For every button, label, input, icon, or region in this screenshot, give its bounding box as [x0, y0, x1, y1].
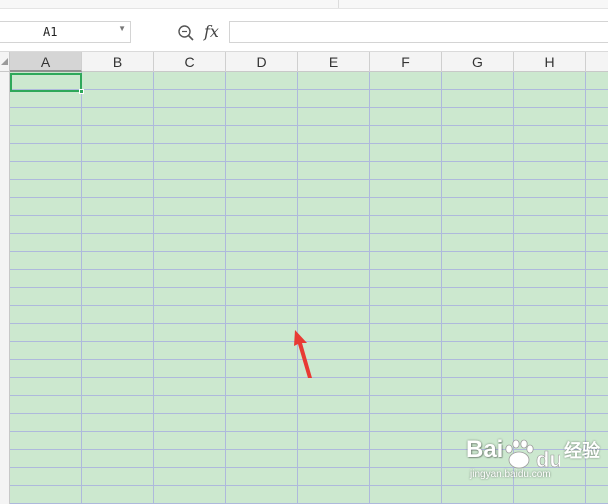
baidu-jingyan-watermark: Bai du 经验 jingyan.baidu.com: [466, 436, 602, 500]
paw-logo-icon: du: [505, 439, 560, 472]
watermark-brand: Bai: [466, 436, 504, 463]
active-cell-a1[interactable]: [10, 73, 82, 92]
formula-bar: A1 ▼ fx: [0, 9, 608, 51]
fill-handle[interactable]: [79, 89, 84, 94]
column-header-b[interactable]: B: [82, 52, 154, 72]
formula-input[interactable]: [229, 21, 608, 43]
column-header-a[interactable]: A: [10, 52, 82, 72]
column-header-g[interactable]: G: [442, 52, 514, 72]
column-header-f[interactable]: F: [370, 52, 442, 72]
select-all-triangle-icon: [1, 58, 8, 65]
row-header-column[interactable]: [0, 72, 10, 504]
toolbar-divider: [338, 0, 339, 8]
fx-function-button[interactable]: fx: [204, 22, 219, 41]
select-all-corner[interactable]: [0, 52, 10, 72]
column-header-c[interactable]: C: [154, 52, 226, 72]
toolbar-strip: [0, 0, 608, 9]
watermark-url: jingyan.baidu.com: [470, 469, 551, 480]
red-arrow-annotation: [294, 330, 312, 378]
column-header-e[interactable]: E: [298, 52, 370, 72]
watermark-sub: 经验: [564, 441, 600, 461]
column-header-h[interactable]: H: [514, 52, 586, 72]
chevron-down-icon[interactable]: ▼: [118, 24, 126, 33]
zoom-magnifier-icon[interactable]: [177, 24, 195, 42]
name-box-value: A1: [43, 25, 58, 39]
column-header-d[interactable]: D: [226, 52, 298, 72]
name-box[interactable]: A1 ▼: [0, 21, 131, 43]
column-header-row: A B C D E F G H: [0, 51, 608, 72]
